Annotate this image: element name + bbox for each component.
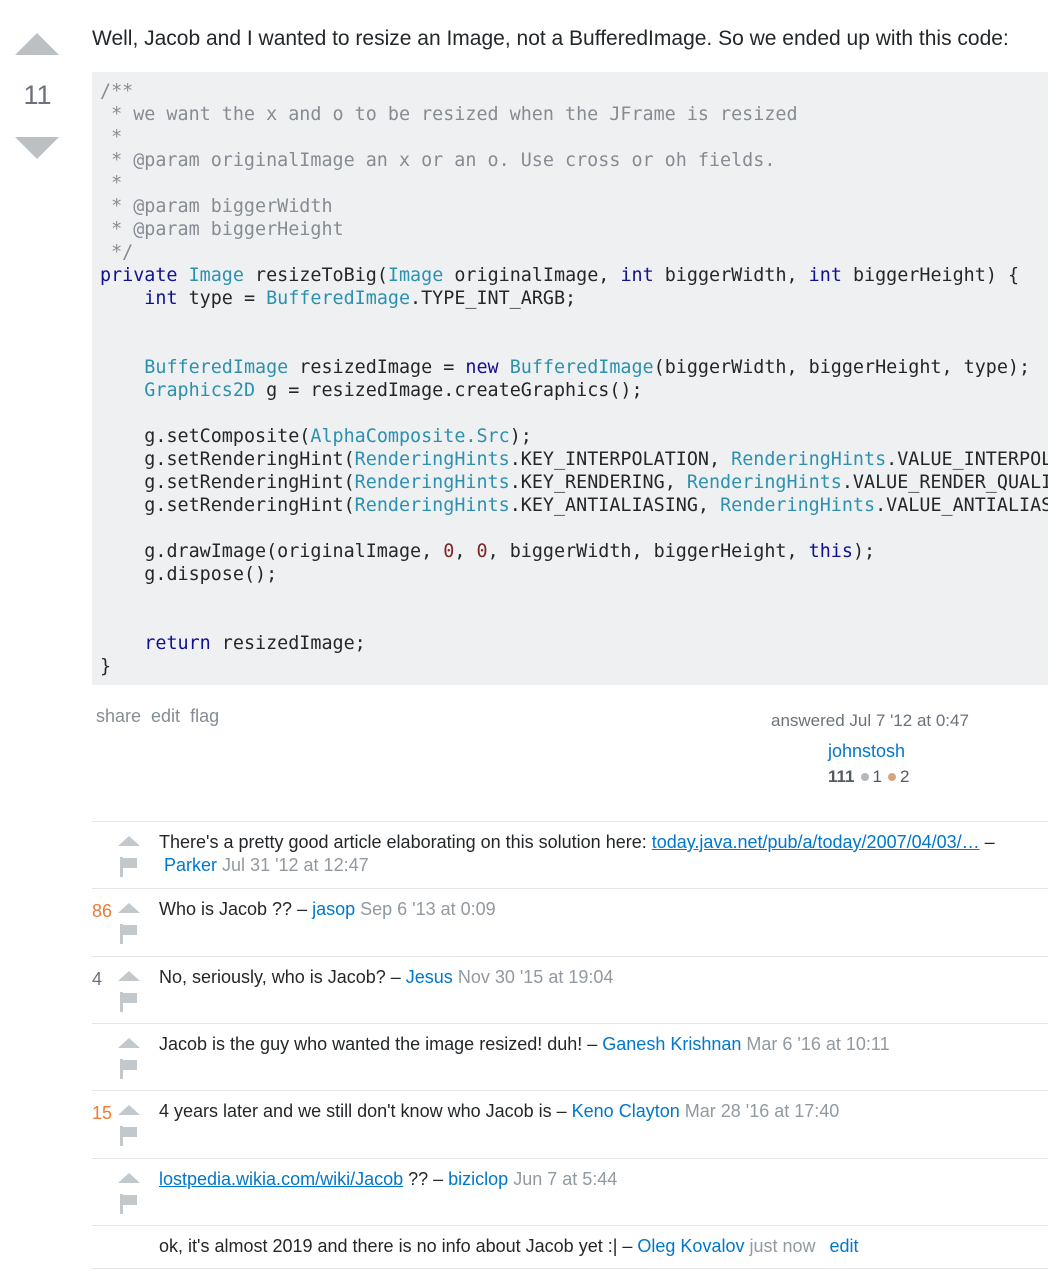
comment-flag-icon[interactable]	[120, 1126, 138, 1146]
vote-count: 11	[23, 80, 52, 110]
comment: 4 No, seriously, who is Jacob? – Jesus N…	[92, 956, 1048, 1023]
silver-badge-icon	[860, 773, 869, 782]
comment-body: lostpedia.wikia.com/wiki/Jacob ?? – bizi…	[159, 1168, 1039, 1191]
comment-edit-link[interactable]: edit	[830, 1236, 859, 1256]
code-content: /** * we want the x and o to be resized …	[100, 81, 1048, 677]
comment-upvote-icon[interactable]	[118, 836, 140, 846]
comment-user[interactable]: Oleg Kovalov	[637, 1236, 744, 1256]
user-reputation: 111 1 2	[828, 767, 909, 787]
answered-time: answered Jul 7 '12 at 0:47	[771, 711, 969, 730]
comment-dash: –	[979, 832, 995, 852]
vote-down-arrow-icon[interactable]	[15, 137, 59, 159]
comment-body: Who is Jacob ?? – jasop Sep 6 '13 at 0:0…	[159, 898, 1039, 921]
comment-user[interactable]: Keno Clayton	[572, 1101, 680, 1121]
comment-body: No, seriously, who is Jacob? – Jesus Nov…	[159, 966, 1039, 989]
reputation-score: 111	[828, 767, 855, 786]
comment-date: Mar 6 '16 at 10:11	[746, 1034, 890, 1054]
comment: There's a pretty good article elaboratin…	[92, 821, 1048, 888]
comment-link[interactable]: lostpedia.wikia.com/wiki/Jacob	[159, 1169, 403, 1189]
flag-link[interactable]: flag	[190, 706, 219, 726]
comments-bottom-divider	[92, 1268, 1048, 1269]
comment-flag-icon[interactable]	[120, 1194, 138, 1214]
comment-upvote-icon[interactable]	[118, 1173, 140, 1183]
comment-date: Sep 6 '13 at 0:09	[360, 899, 496, 919]
comment: ok, it's almost 2019 and there is no inf…	[92, 1225, 1048, 1268]
comment-link[interactable]: today.java.net/pub/a/today/2007/04/03/…	[652, 832, 980, 852]
comment-flag-icon[interactable]	[120, 992, 138, 1012]
comment-flag-icon[interactable]	[120, 1059, 138, 1079]
comment-text: There's a pretty good article elaboratin…	[159, 832, 652, 852]
comment-date: Mar 28 '16 at 17:40	[684, 1101, 840, 1121]
comment-body: 4 years later and we still don't know wh…	[159, 1100, 1039, 1123]
comment-upvote-icon[interactable]	[118, 1038, 140, 1048]
post-menu: share edit flag	[96, 706, 229, 727]
comment-text: Who is Jacob ?? –	[159, 899, 313, 919]
comment-text: Jacob is the guy who wanted the image re…	[159, 1034, 603, 1054]
comment-flag-icon[interactable]	[120, 924, 138, 944]
vote-up-arrow-icon[interactable]	[15, 33, 59, 55]
bronze-badge-icon	[887, 773, 896, 782]
comment-upvote-icon[interactable]	[118, 971, 140, 981]
comment-flag-icon[interactable]	[120, 857, 138, 877]
comment-upvote-icon[interactable]	[118, 903, 140, 913]
comment-score: 4	[92, 969, 103, 989]
comment-user[interactable]: Parker	[164, 855, 217, 875]
comment: lostpedia.wikia.com/wiki/Jacob ?? – bizi…	[92, 1158, 1048, 1225]
comment-dash: ?? –	[403, 1169, 449, 1189]
comment-user[interactable]: jasop	[312, 899, 355, 919]
user-name-link[interactable]: johnstosh	[828, 741, 905, 762]
silver-badge-count: 1	[872, 767, 882, 786]
comment-body: ok, it's almost 2019 and there is no inf…	[159, 1235, 1039, 1258]
comment-date: Nov 30 '15 at 19:04	[457, 967, 614, 987]
comment: Jacob is the guy who wanted the image re…	[92, 1023, 1048, 1090]
comment-body: There's a pretty good article elaboratin…	[159, 831, 1039, 877]
edit-link[interactable]: edit	[151, 706, 180, 726]
comment-date: Jun 7 at 5:44	[513, 1169, 618, 1189]
comment-user[interactable]: Jesus	[406, 967, 453, 987]
code-block: /** * we want the x and o to be resized …	[92, 72, 1048, 685]
bronze-badge-count: 2	[899, 767, 910, 786]
answer-intro-text: Well, Jacob and I wanted to resize an Im…	[92, 27, 1009, 50]
comment-date: just now	[749, 1236, 816, 1256]
comment: 86 Who is Jacob ?? – jasop Sep 6 '13 at …	[92, 888, 1048, 956]
comment-date: Jul 31 '12 at 12:47	[222, 855, 369, 875]
user-signature: answered Jul 7 '12 at 0:47 johnstosh 111…	[771, 711, 1051, 786]
comment: 15 4 years later and we still don't know…	[92, 1090, 1048, 1158]
comment-score: 86	[92, 901, 113, 921]
comment-text: 4 years later and we still don't know wh…	[159, 1101, 572, 1121]
comment-body: Jacob is the guy who wanted the image re…	[159, 1033, 1039, 1056]
comment-user[interactable]: biziclop	[448, 1169, 508, 1189]
comment-user[interactable]: Ganesh Krishnan	[602, 1034, 741, 1054]
share-link[interactable]: share	[96, 706, 141, 726]
comment-text: ok, it's almost 2019 and there is no inf…	[159, 1236, 638, 1256]
comment-upvote-icon[interactable]	[118, 1105, 140, 1115]
comment-text: No, seriously, who is Jacob? –	[159, 967, 406, 987]
comment-score: 15	[92, 1103, 113, 1123]
